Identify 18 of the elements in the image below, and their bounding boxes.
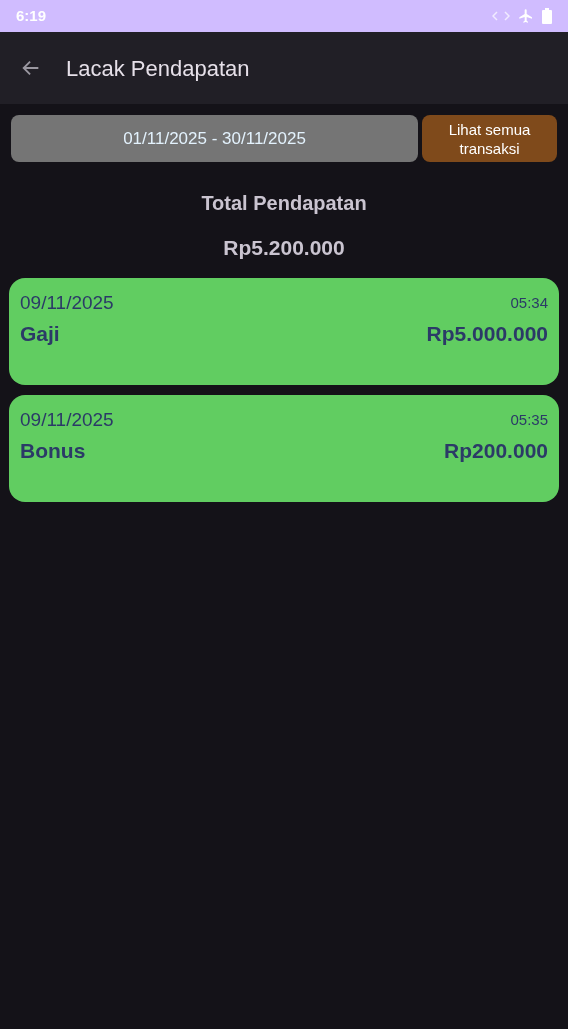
all-transactions-button[interactable]: Lihat semua transaksi <box>422 115 557 162</box>
date-range-button[interactable]: 01/11/2025 - 30/11/2025 <box>11 115 418 162</box>
transaction-time: 05:35 <box>510 409 548 430</box>
transaction-date: 09/11/2025 <box>20 292 114 314</box>
transaction-time: 05:34 <box>510 292 548 313</box>
battery-icon <box>542 8 552 24</box>
transaction-category: Gaji <box>20 321 60 347</box>
screen-title: Lacak Pendapatan <box>66 54 250 83</box>
transaction-card[interactable]: 09/11/2025 05:34 Gaji Rp5.000.000 <box>9 277 559 385</box>
total-label: Total Pendapatan <box>201 191 367 216</box>
transaction-amount: Rp5.000.000 <box>426 321 548 347</box>
airplane-icon <box>518 8 534 24</box>
transaction-card[interactable]: 09/11/2025 05:35 Bonus Rp200.000 <box>9 394 559 502</box>
transaction-category: Bonus <box>20 438 86 464</box>
clock: 6:19 <box>16 5 47 26</box>
transaction-amount: Rp200.000 <box>444 438 548 464</box>
transaction-date: 09/11/2025 <box>20 409 114 431</box>
total-amount: Rp5.200.000 <box>223 235 345 261</box>
